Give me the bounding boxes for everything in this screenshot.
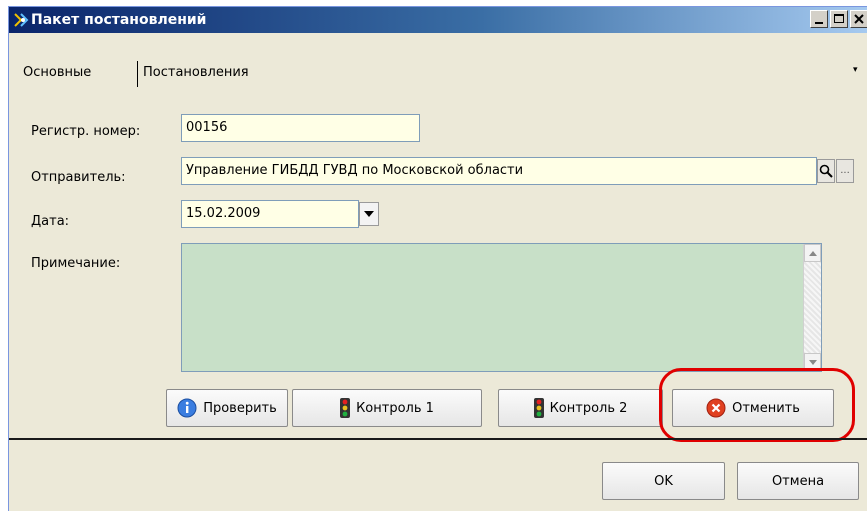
title-bar[interactable]: Пакет постановлений bbox=[9, 7, 867, 33]
footer-divider bbox=[9, 438, 867, 440]
note-label: Примечание: bbox=[31, 256, 121, 271]
reg-number-label: Регистр. номер: bbox=[31, 124, 141, 139]
window-title: Пакет постановлений bbox=[31, 12, 207, 28]
ok-button-label: OK bbox=[654, 473, 673, 489]
tabs-menu-icon[interactable]: ▾ bbox=[853, 65, 858, 75]
check-button-label: Проверить bbox=[203, 400, 277, 416]
search-icon bbox=[819, 164, 833, 178]
sender-search-button[interactable] bbox=[817, 159, 835, 183]
scroll-up-icon bbox=[808, 250, 817, 256]
maximize-button[interactable] bbox=[830, 10, 848, 28]
close-button[interactable] bbox=[850, 10, 867, 28]
ok-button[interactable]: OK bbox=[602, 462, 725, 500]
ellipsis-icon: ... bbox=[840, 165, 850, 176]
tab-main[interactable]: Основные bbox=[23, 61, 91, 85]
app-icon bbox=[14, 13, 29, 27]
sender-field[interactable]: Управление ГИБДД ГУВД по Московской обла… bbox=[181, 157, 817, 185]
cancel-button[interactable]: Отмена bbox=[737, 462, 859, 500]
close-icon bbox=[854, 14, 864, 24]
tab-resolutions[interactable]: Постановления bbox=[143, 61, 249, 85]
date-field[interactable]: 15.02.2009 bbox=[181, 200, 359, 228]
traffic-light-icon bbox=[340, 398, 351, 418]
cancel-button-label: Отмена bbox=[771, 473, 825, 489]
traffic-light-icon bbox=[533, 398, 544, 418]
minimize-button[interactable] bbox=[810, 10, 828, 28]
sender-label: Отправитель: bbox=[31, 170, 126, 185]
info-icon bbox=[177, 398, 197, 418]
note-textarea[interactable] bbox=[181, 243, 822, 372]
reg-number-field[interactable]: 00156 bbox=[181, 114, 420, 142]
date-label: Дата: bbox=[31, 214, 70, 229]
control2-button[interactable]: Контроль 2 bbox=[498, 389, 663, 427]
highlight-annotation bbox=[659, 368, 855, 442]
chevron-down-icon bbox=[364, 211, 374, 217]
dialog-window: Пакет постановлений Основные Постановлен… bbox=[8, 6, 867, 511]
date-dropdown-button[interactable] bbox=[359, 202, 379, 226]
maximize-icon bbox=[834, 14, 844, 23]
control1-button-label: Контроль 1 bbox=[356, 400, 434, 416]
check-button[interactable]: Проверить bbox=[166, 389, 288, 427]
tab-separator bbox=[137, 61, 138, 87]
scroll-up-button[interactable] bbox=[804, 244, 821, 262]
scroll-down-icon bbox=[808, 359, 817, 365]
control1-button[interactable]: Контроль 1 bbox=[292, 389, 482, 427]
sender-more-button[interactable]: ... bbox=[836, 159, 854, 183]
minimize-icon bbox=[815, 22, 823, 24]
note-scrollbar[interactable] bbox=[803, 244, 821, 371]
control2-button-label: Контроль 2 bbox=[549, 400, 628, 416]
